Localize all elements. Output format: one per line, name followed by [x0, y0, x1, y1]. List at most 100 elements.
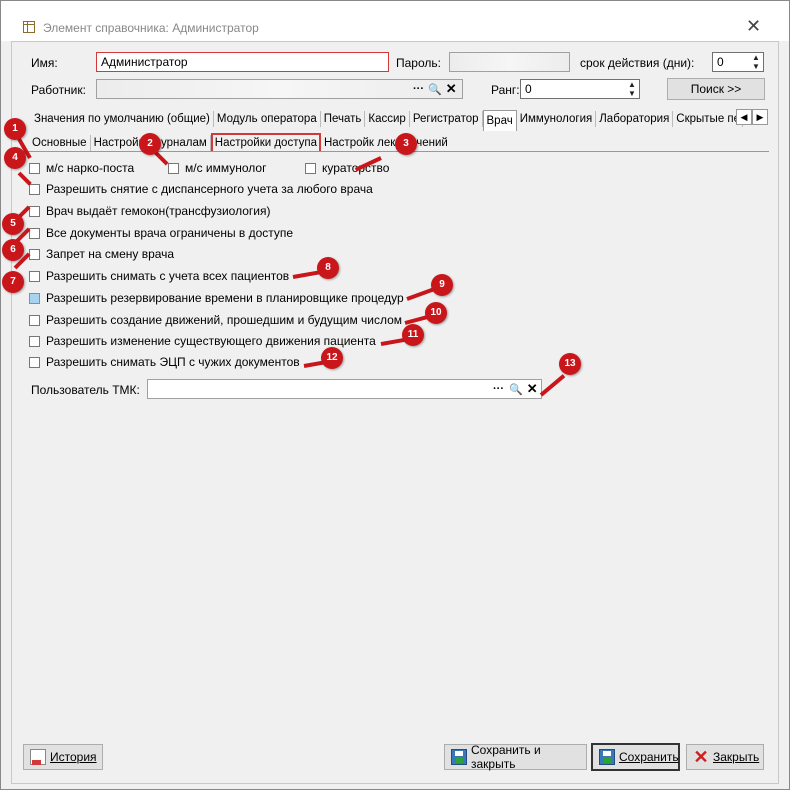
stepper-up-icon[interactable]: ▲: [627, 81, 637, 89]
annotation-marker-10: 10: [425, 302, 447, 324]
remove-signature-checkbox[interactable]: Разрешить снимать ЭЦП с чужих документов: [29, 355, 300, 369]
history-button[interactable]: История: [23, 744, 103, 770]
ellipsis-icon[interactable]: ···: [413, 83, 424, 95]
checkbox-box[interactable]: [29, 356, 40, 368]
dialog-window: Элемент справочника: Администратор ✕ Имя…: [0, 0, 790, 790]
close-window-icon[interactable]: ✕: [746, 17, 761, 35]
validity-stepper[interactable]: 0 ▲ ▼: [712, 52, 764, 72]
tab-registrar[interactable]: Регистратор: [410, 111, 483, 127]
dispensary-checkbox[interactable]: Разрешить снятие с диспансерного учета з…: [29, 182, 373, 196]
subtab-values[interactable]: Настройк лек значений: [321, 135, 451, 151]
close-label: Закрыть: [713, 750, 760, 764]
annotation-marker-3: 3: [395, 133, 417, 155]
tmk-user-input[interactable]: [147, 379, 542, 399]
rank-stepper[interactable]: 0 ▲ ▼: [520, 79, 640, 99]
checkbox-box[interactable]: [29, 183, 40, 195]
tmk-user-label: Пользователь ТМК:: [31, 383, 140, 397]
save-button[interactable]: Сохранить: [591, 743, 680, 771]
checkbox-label: Разрешить изменение существующего движен…: [46, 334, 376, 348]
checkbox-label: Разрешить снимать ЭЦП с чужих документов: [46, 355, 300, 369]
search-icon[interactable]: 🔍: [509, 383, 523, 396]
annotation-marker-4: 4: [4, 147, 26, 169]
annotation-marker-7: 7: [2, 271, 24, 293]
window-title: Элемент справочника: Администратор: [43, 21, 259, 35]
deregister-all-checkbox[interactable]: Разрешить снимать с учета всех пациентов: [29, 269, 289, 283]
worker-field-icons: ··· 🔍 ✕: [413, 81, 457, 97]
checkbox-label: м/с иммунолог: [185, 161, 267, 175]
annotation-marker-1: 1: [4, 118, 26, 140]
checkbox-box[interactable]: [305, 162, 316, 174]
table-icon: [23, 21, 35, 33]
checkbox-box[interactable]: [29, 248, 40, 260]
checkbox-box[interactable]: [29, 270, 40, 282]
password-label: Пароль:: [396, 56, 441, 70]
checkbox-label: Врач выдаёт гемокон(трансфузиология): [46, 204, 271, 218]
annotation-marker-13: 13: [559, 353, 581, 375]
stepper-down-icon[interactable]: ▼: [751, 63, 761, 71]
name-input[interactable]: Администратор: [96, 52, 389, 72]
subtab-main[interactable]: Основные: [29, 135, 91, 151]
tab-immunology[interactable]: Иммунология: [517, 111, 597, 127]
save-label: Сохранить: [619, 750, 679, 764]
main-tabs: Значения по умолчанию (общие) Модуль опе…: [31, 109, 744, 131]
annotation-marker-5: 5: [2, 213, 24, 235]
search-icon[interactable]: 🔍: [428, 83, 442, 96]
title-bar: Элемент справочника: Администратор ✕: [1, 1, 789, 41]
reserve-time-checkbox[interactable]: Разрешить резервирование времени в плани…: [29, 291, 404, 305]
worker-label: Работник:: [31, 83, 86, 97]
checkbox-box[interactable]: [29, 335, 40, 347]
rank-label: Ранг:: [491, 83, 520, 97]
worker-input[interactable]: [96, 79, 463, 99]
checkbox-box[interactable]: [29, 162, 40, 174]
checkbox-box[interactable]: [29, 227, 40, 239]
gemokon-checkbox[interactable]: Врач выдаёт гемокон(трансфузиология): [29, 204, 270, 218]
tabs-scroll-left-icon[interactable]: ◀: [736, 109, 752, 125]
validity-value: 0: [717, 55, 724, 69]
restricted-docs-checkbox[interactable]: Все документы врача ограничены в доступе: [29, 226, 293, 240]
history-icon: [30, 749, 46, 765]
annotation-marker-9: 9: [431, 274, 453, 296]
checkbox-label: Разрешить снятие с диспансерного учета з…: [46, 182, 373, 196]
checkbox-box[interactable]: [29, 205, 40, 217]
tmk-field-icons: ··· 🔍 ✕: [493, 381, 538, 397]
checkbox-box[interactable]: [29, 314, 40, 326]
tab-hidden-print[interactable]: Скрытые печ: [673, 111, 744, 127]
subtab-access[interactable]: Настройки доступа: [210, 133, 321, 153]
save-and-close-button[interactable]: Сохранить и закрыть: [444, 743, 587, 771]
clear-icon[interactable]: ✕: [446, 81, 457, 97]
curator-checkbox[interactable]: кураторство: [305, 161, 389, 175]
checkbox-box[interactable]: [168, 162, 179, 174]
tab-defaults[interactable]: Значения по умолчанию (общие): [31, 111, 214, 127]
immunolog-checkbox[interactable]: м/с иммунолог: [168, 161, 266, 175]
validity-label: срок действия (дни):: [580, 56, 695, 70]
checkbox-label: Разрешить резервирование времени в плани…: [46, 291, 404, 305]
tab-cashier[interactable]: Кассир: [365, 111, 410, 127]
rank-value: 0: [525, 82, 532, 96]
checkbox-label: м/с нарко-поста: [46, 161, 135, 175]
sub-tabs: Основные Настройки журналам Настройки до…: [29, 133, 451, 153]
tab-print[interactable]: Печать: [321, 111, 366, 127]
tabs-scroll-right-icon[interactable]: ▶: [752, 109, 768, 125]
checkbox-box[interactable]: [29, 292, 40, 304]
annotation-marker-11: 11: [402, 324, 424, 346]
narco-checkbox[interactable]: м/с нарко-поста: [29, 161, 134, 175]
doctor-change-ban-checkbox[interactable]: Запрет на смену врача: [29, 247, 174, 261]
save-and-close-label: Сохранить и закрыть: [471, 743, 541, 771]
history-label: История: [50, 750, 97, 764]
password-input[interactable]: [449, 52, 570, 72]
tab-laboratory[interactable]: Лаборатория: [596, 111, 674, 127]
annotation-marker-12: 12: [321, 347, 343, 369]
stepper-up-icon[interactable]: ▲: [751, 54, 761, 62]
save-icon: [451, 749, 467, 765]
search-button[interactable]: Поиск >>: [667, 78, 765, 100]
stepper-down-icon[interactable]: ▼: [627, 90, 637, 98]
tab-operator[interactable]: Модуль оператора: [214, 111, 321, 127]
clear-icon[interactable]: ✕: [527, 381, 538, 397]
ellipsis-icon[interactable]: ···: [493, 383, 504, 395]
name-label: Имя:: [31, 56, 58, 70]
close-button[interactable]: ✕ Закрыть: [686, 744, 764, 770]
create-movements-checkbox[interactable]: Разрешить создание движений, прошедшим и…: [29, 313, 402, 327]
annotation-marker-8: 8: [317, 257, 339, 279]
edit-movement-checkbox[interactable]: Разрешить изменение существующего движен…: [29, 334, 376, 348]
tab-doctor[interactable]: Врач: [482, 110, 517, 131]
